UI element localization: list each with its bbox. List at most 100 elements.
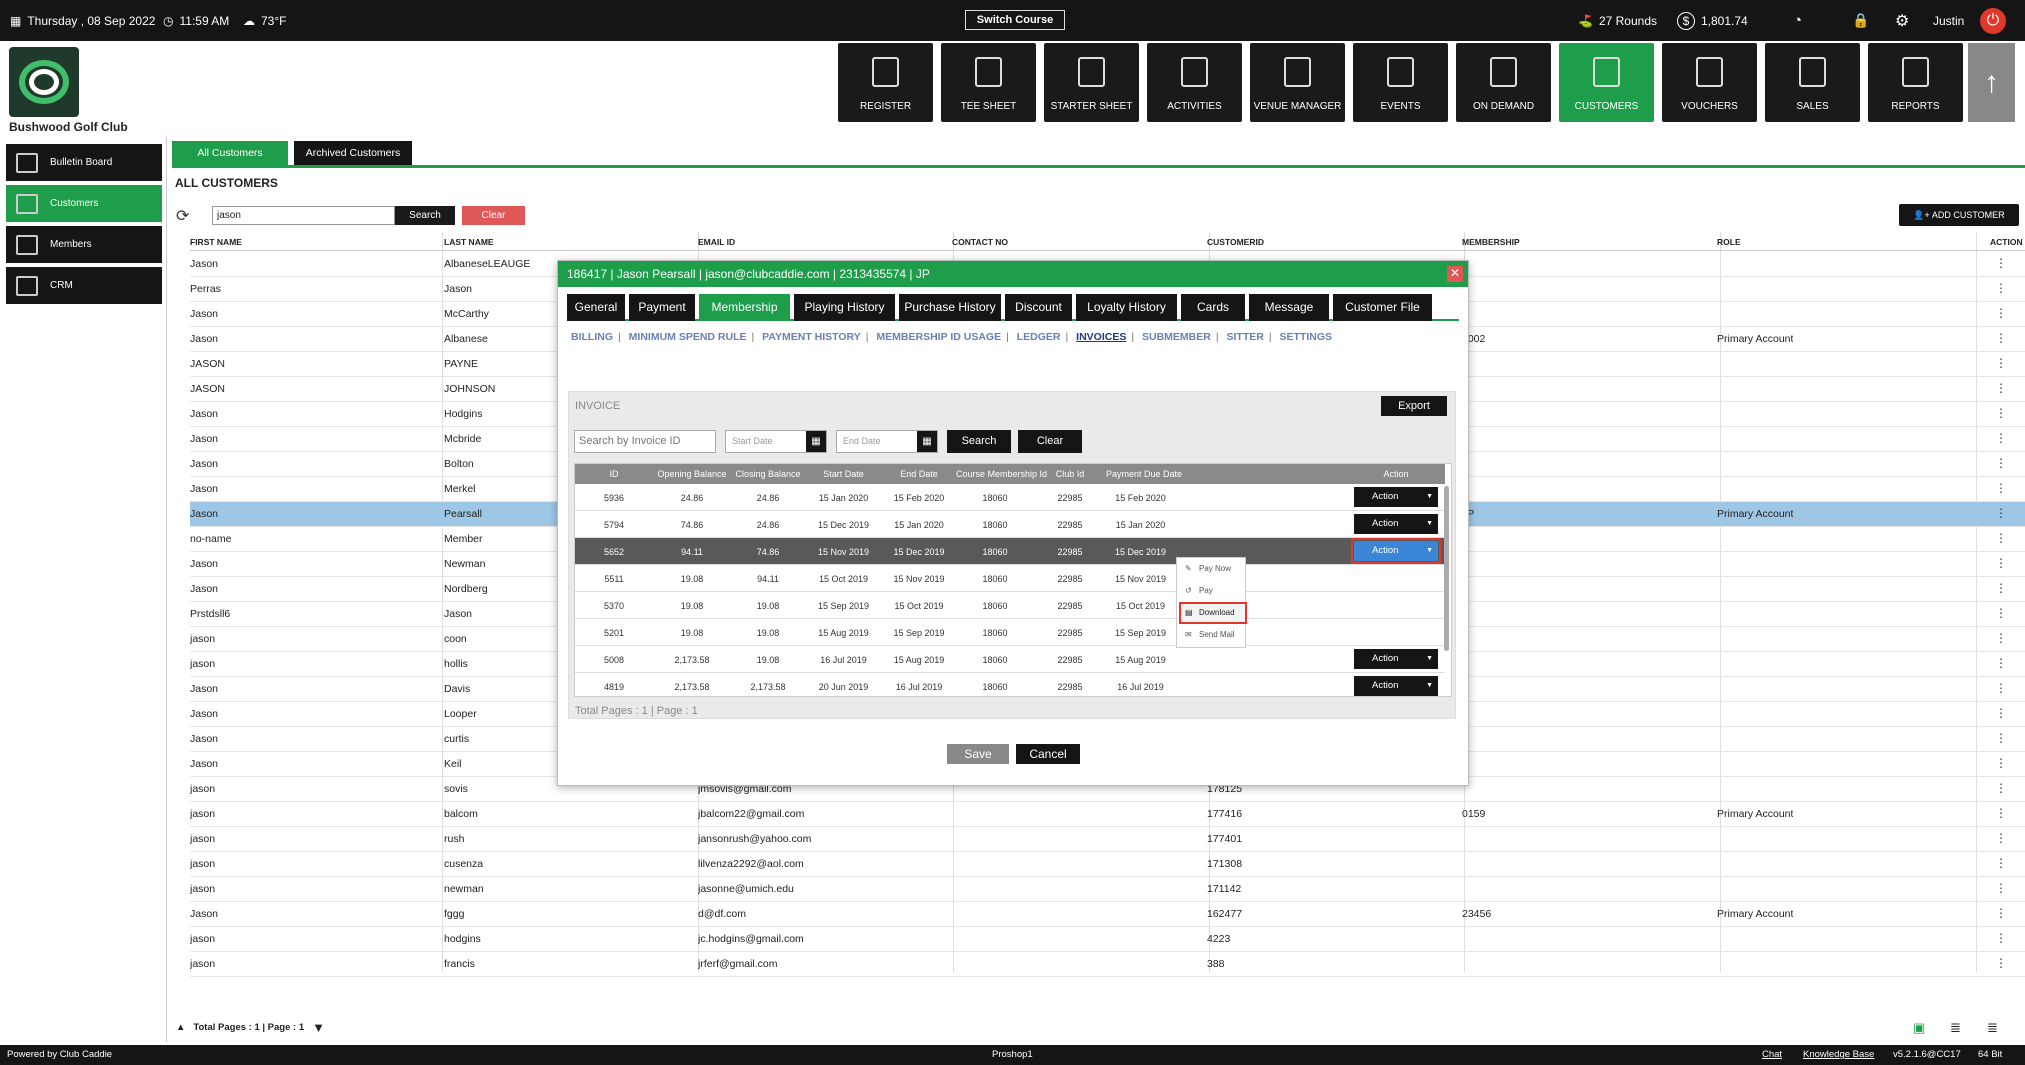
table-row[interactable]: jason francis jrferf@gmail.com 388 ⋮ (190, 952, 2025, 977)
module-starter-sheet[interactable]: STARTER SHEET (1044, 43, 1139, 122)
add-customer-button[interactable]: 👤+ ADD CUSTOMER (1899, 204, 2019, 226)
action-dropdown-button[interactable]: Action ▼ (1354, 487, 1438, 507)
rounds-display[interactable]: ⛳ 27 Rounds (1578, 0, 1657, 41)
tab-customer-file[interactable]: Customer File (1333, 294, 1432, 321)
switch-course-button[interactable]: Switch Course (965, 10, 1065, 30)
clock-icon[interactable]: ◔ (1793, 0, 1802, 41)
tab-archived-customers[interactable]: Archived Customers (294, 141, 412, 165)
row-menu-icon[interactable]: ⋮ (1995, 306, 2007, 320)
row-menu-icon[interactable]: ⋮ (1995, 931, 2007, 945)
row-menu-icon[interactable]: ⋮ (1995, 556, 2007, 570)
row-menu-icon[interactable]: ⋮ (1995, 481, 2007, 495)
sidebar-item-members[interactable]: Members (6, 226, 162, 263)
table-row[interactable]: jason hodgins jc.hodgins@gmail.com 4223 ⋮ (190, 927, 2025, 952)
column-header-role[interactable]: ROLE (1717, 237, 1741, 247)
page-down-icon[interactable]: ▼ (312, 1020, 325, 1035)
row-menu-icon[interactable]: ⋮ (1995, 281, 2007, 295)
table-row[interactable]: jason cusenza lilvenza2292@aol.com 171308 ⋮ (190, 852, 2025, 877)
close-icon[interactable]: ✕ (1447, 266, 1463, 282)
table-row[interactable]: jason rush jansonrush@yahoo.com 177401 ⋮ (190, 827, 2025, 852)
export-button[interactable]: Export (1381, 396, 1447, 416)
subnav-invoices[interactable]: INVOICES (1076, 331, 1126, 343)
row-menu-icon[interactable]: ⋮ (1995, 356, 2007, 370)
column-header-first-name[interactable]: FIRST NAME (190, 237, 242, 247)
row-menu-icon[interactable]: ⋮ (1995, 381, 2007, 395)
tab-discount[interactable]: Discount (1005, 294, 1072, 321)
invoice-search-input[interactable]: Search by Invoice ID (574, 430, 716, 453)
row-menu-icon[interactable]: ⋮ (1995, 756, 2007, 770)
export-money-icon[interactable]: ≣ (1950, 1020, 1961, 1036)
invoice-clear-button[interactable]: Clear (1018, 430, 1082, 453)
row-menu-icon[interactable]: ⋮ (1995, 656, 2007, 670)
row-menu-icon[interactable]: ⋮ (1995, 531, 2007, 545)
row-menu-icon[interactable]: ⋮ (1995, 431, 2007, 445)
subnav-minimum-spend-rule[interactable]: MINIMUM SPEND RULE (629, 331, 747, 343)
column-header-email[interactable]: EMAIL ID (698, 237, 735, 247)
subnav-submember[interactable]: SUBMEMBER (1142, 331, 1211, 343)
action-dropdown-button[interactable]: Action ▼ (1354, 676, 1438, 696)
tab-message[interactable]: Message (1249, 294, 1329, 321)
row-menu-icon[interactable]: ⋮ (1995, 731, 2007, 745)
row-menu-icon[interactable]: ⋮ (1995, 806, 2007, 820)
subnav-payment-history[interactable]: PAYMENT HISTORY (762, 331, 861, 343)
module-register[interactable]: REGISTER (838, 43, 933, 122)
subnav-membership-id-usage[interactable]: MEMBERSHIP ID USAGE (876, 331, 1001, 343)
row-menu-icon[interactable]: ⋮ (1995, 856, 2007, 870)
dropdown-send-mail[interactable]: ✉ Send Mail (1181, 626, 1245, 644)
export-list-icon[interactable]: ≣ (1987, 1020, 1998, 1036)
arrow-up-icon[interactable]: ↑ (1968, 43, 2015, 122)
chat-link[interactable]: Chat (1762, 1049, 1782, 1060)
dropdown-pay-now[interactable]: ✎ Pay Now (1181, 560, 1245, 578)
row-menu-icon[interactable]: ⋮ (1995, 581, 2007, 595)
tab-membership[interactable]: Membership (699, 294, 790, 321)
subnav-billing[interactable]: BILLING (571, 331, 613, 343)
sidebar-item-bulletin-board[interactable]: Bulletin Board (6, 144, 162, 181)
start-date-field[interactable]: Start Date ▦ (725, 430, 827, 453)
row-menu-icon[interactable]: ⋮ (1995, 456, 2007, 470)
tab-all-customers[interactable]: All Customers (172, 141, 288, 165)
tab-loyalty-history[interactable]: Loyalty History (1076, 294, 1177, 321)
subnav-settings[interactable]: SETTINGS (1280, 331, 1333, 343)
action-dropdown-button[interactable]: Action ▼ (1354, 649, 1438, 669)
refresh-icon[interactable]: ⟳ (176, 206, 189, 226)
action-dropdown-button[interactable]: Action ▼ (1354, 514, 1438, 534)
user-name[interactable]: Justin (1933, 0, 1964, 41)
column-header-membership[interactable]: MEMBERSHIP (1462, 237, 1520, 247)
balance-display[interactable]: $1,801.74 (1677, 0, 1748, 41)
scrollbar[interactable] (1444, 486, 1449, 651)
dropdown-pay[interactable]: ↺ Pay (1181, 582, 1245, 600)
module-customers[interactable]: CUSTOMERS (1559, 43, 1654, 122)
table-row[interactable]: jason newman jasonne@umich.edu 171142 ⋮ (190, 877, 2025, 902)
module-sales[interactable]: SALES (1765, 43, 1860, 122)
dropdown-download[interactable]: ▤ Download (1179, 602, 1247, 624)
table-row[interactable]: jason balcom jbalcom22@gmail.com 177416 0159… (190, 802, 2025, 827)
power-icon[interactable]: ⏻ (1980, 8, 2006, 34)
row-menu-icon[interactable]: ⋮ (1995, 331, 2007, 345)
calendar-icon[interactable]: ▦ (917, 431, 937, 452)
row-menu-icon[interactable]: ⋮ (1995, 606, 2007, 620)
calendar-icon[interactable]: ▦ (806, 431, 826, 452)
action-dropdown-button[interactable]: Action ▼ (1351, 538, 1441, 564)
sidebar-item-crm[interactable]: CRM (6, 267, 162, 304)
row-menu-icon[interactable]: ⋮ (1995, 706, 2007, 720)
table-row[interactable]: Jason fggg d@df.com 162477 23456 Primary Acco… (190, 902, 2025, 927)
module-reports[interactable]: REPORTS (1868, 43, 1963, 122)
module-activities[interactable]: ACTIVITIES (1147, 43, 1242, 122)
row-menu-icon[interactable]: ⋮ (1995, 681, 2007, 695)
column-header-last-name[interactable]: LAST NAME (444, 237, 494, 247)
end-date-field[interactable]: End Date ▦ (836, 430, 938, 453)
subnav-ledger[interactable]: LEDGER (1017, 331, 1061, 343)
search-input[interactable]: jason (212, 206, 395, 225)
clear-button[interactable]: Clear (462, 206, 525, 225)
column-header-contact[interactable]: CONTACT NO (952, 237, 1008, 247)
row-menu-icon[interactable]: ⋮ (1995, 506, 2007, 520)
gear-icon[interactable]: ⚙ (1895, 0, 1909, 41)
row-menu-icon[interactable]: ⋮ (1995, 256, 2007, 270)
row-menu-icon[interactable]: ⋮ (1995, 781, 2007, 795)
search-button[interactable]: Search (395, 206, 455, 225)
module-events[interactable]: EVENTS (1353, 43, 1448, 122)
tab-general[interactable]: General (567, 294, 625, 321)
module-tee-sheet[interactable]: TEE SHEET (941, 43, 1036, 122)
excel-icon[interactable]: ▣ (1913, 1020, 1925, 1036)
subnav-sitter[interactable]: SITTER (1227, 331, 1264, 343)
